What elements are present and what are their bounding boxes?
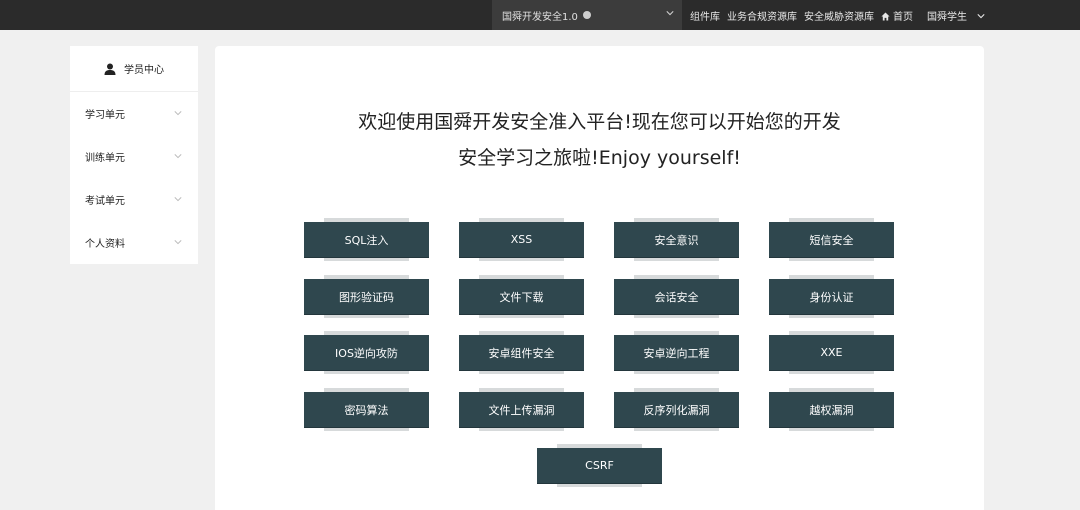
module-button-android-reverse[interactable]: 安卓逆向工程 [614, 331, 739, 374]
chevron-down-icon [666, 11, 674, 16]
home-label: 首页 [893, 11, 913, 23]
chevron-down-icon [174, 111, 182, 116]
sidebar-header-label: 学员中心 [124, 65, 164, 76]
top-navbar: 国舜开发安全1.0 组件库 业务合规资源库 安全威胁资源库 首页 国舜学生 [0, 0, 1080, 30]
status-dot-icon [582, 11, 591, 19]
chevron-down-icon [174, 240, 182, 245]
module-button-csrf[interactable]: CSRF [537, 444, 662, 487]
module-button-android-components[interactable]: 安卓组件安全 [459, 331, 584, 374]
module-button-privilege-escalation[interactable]: 越权漏洞 [769, 388, 894, 431]
module-button-xxe[interactable]: XXE [769, 331, 894, 374]
top-links: 组件库 业务合规资源库 安全威胁资源库 首页 国舜学生 [690, 0, 992, 30]
nav-link-components[interactable]: 组件库 [690, 8, 720, 23]
user-icon [104, 63, 116, 75]
nav-link-home[interactable]: 首页 [881, 8, 920, 23]
sidebar-item-label: 个人资料 [85, 239, 125, 250]
sidebar-item-label: 考试单元 [85, 196, 125, 207]
module-button-captcha[interactable]: 图形验证码 [304, 275, 429, 318]
platform-select[interactable]: 国舜开发安全1.0 [492, 0, 682, 30]
main-panel: 欢迎使用国舜开发安全准入平台!现在您可以开始您的开发 安全学习之旅啦!Enjoy… [215, 46, 984, 510]
sidebar-item-training[interactable]: 训练单元 [70, 135, 198, 178]
welcome-message: 欢迎使用国舜开发安全准入平台!现在您可以开始您的开发 安全学习之旅啦!Enjoy… [215, 104, 984, 176]
sidebar-item-profile[interactable]: 个人资料 [70, 221, 198, 264]
platform-select-label: 国舜开发安全1.0 [502, 11, 578, 23]
module-button-session-security[interactable]: 会话安全 [614, 275, 739, 318]
welcome-line-2: 安全学习之旅啦!Enjoy yourself! [458, 147, 741, 169]
module-button-file-download[interactable]: 文件下载 [459, 275, 584, 318]
module-button-authentication[interactable]: 身份认证 [769, 275, 894, 318]
module-button-xss[interactable]: XSS [459, 218, 584, 261]
sidebar-item-label: 训练单元 [85, 153, 125, 164]
home-icon [881, 11, 890, 21]
module-button-deserialization[interactable]: 反序列化漏洞 [614, 388, 739, 431]
module-button-ios-reverse[interactable]: IOS逆向攻防 [304, 331, 429, 374]
chevron-down-icon [174, 197, 182, 202]
sidebar: 学员中心 学习单元 训练单元 考试单元 个人资料 [70, 46, 198, 264]
module-button-crypto[interactable]: 密码算法 [304, 388, 429, 431]
sidebar-item-learning[interactable]: 学习单元 [70, 92, 198, 135]
user-menu[interactable]: 国舜学生 [927, 8, 985, 23]
module-button-sms-security[interactable]: 短信安全 [769, 218, 894, 261]
module-button-security-awareness[interactable]: 安全意识 [614, 218, 739, 261]
sidebar-item-label: 学习单元 [85, 110, 125, 121]
chevron-down-icon [977, 13, 985, 18]
module-button-file-upload[interactable]: 文件上传漏洞 [459, 388, 584, 431]
welcome-line-1: 欢迎使用国舜开发安全准入平台!现在您可以开始您的开发 [358, 111, 841, 133]
nav-link-threats[interactable]: 安全威胁资源库 [804, 8, 874, 23]
sidebar-item-exam[interactable]: 考试单元 [70, 178, 198, 221]
user-name: 国舜学生 [927, 11, 967, 23]
sidebar-header[interactable]: 学员中心 [70, 46, 198, 92]
module-button-sql-injection[interactable]: SQL注入 [304, 218, 429, 261]
chevron-down-icon [174, 154, 182, 159]
nav-link-compliance[interactable]: 业务合规资源库 [727, 8, 797, 23]
